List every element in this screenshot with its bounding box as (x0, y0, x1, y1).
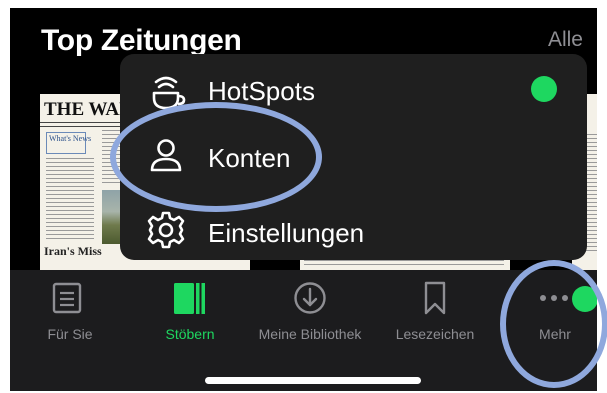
home-indicator (205, 377, 421, 384)
highlight-circle-konten (110, 102, 322, 212)
highlight-circle-mehr (500, 260, 607, 388)
news-box-text: What's News (49, 134, 92, 143)
text-column (46, 158, 94, 242)
gear-icon (147, 211, 185, 249)
tab-meine-bibliothek[interactable]: Meine Bibliothek (255, 270, 365, 354)
library-books-icon (174, 283, 205, 314)
bookmark-icon (424, 281, 446, 315)
newspaper-masthead: THE WAL (44, 99, 132, 120)
tab-stoebern[interactable]: Stöbern (150, 270, 230, 354)
section-title: Top Zeitungen (41, 24, 242, 57)
tab-fuer-sie[interactable]: Für Sie (30, 270, 110, 354)
tab-label: Für Sie (47, 326, 93, 342)
download-circle-icon (294, 282, 326, 314)
status-dot-active (531, 76, 557, 102)
see-all-link[interactable]: Alle (548, 28, 583, 52)
news-headline: Iran's Miss (44, 244, 102, 258)
tab-label: Meine Bibliothek (258, 326, 362, 342)
menu-item-label: Einstellungen (208, 218, 365, 248)
tab-label: Lesezeichen (395, 326, 475, 342)
newspaper-icon (52, 282, 82, 314)
tab-lesezeichen[interactable]: Lesezeichen (390, 270, 480, 354)
tab-label: Stöbern (165, 326, 215, 342)
